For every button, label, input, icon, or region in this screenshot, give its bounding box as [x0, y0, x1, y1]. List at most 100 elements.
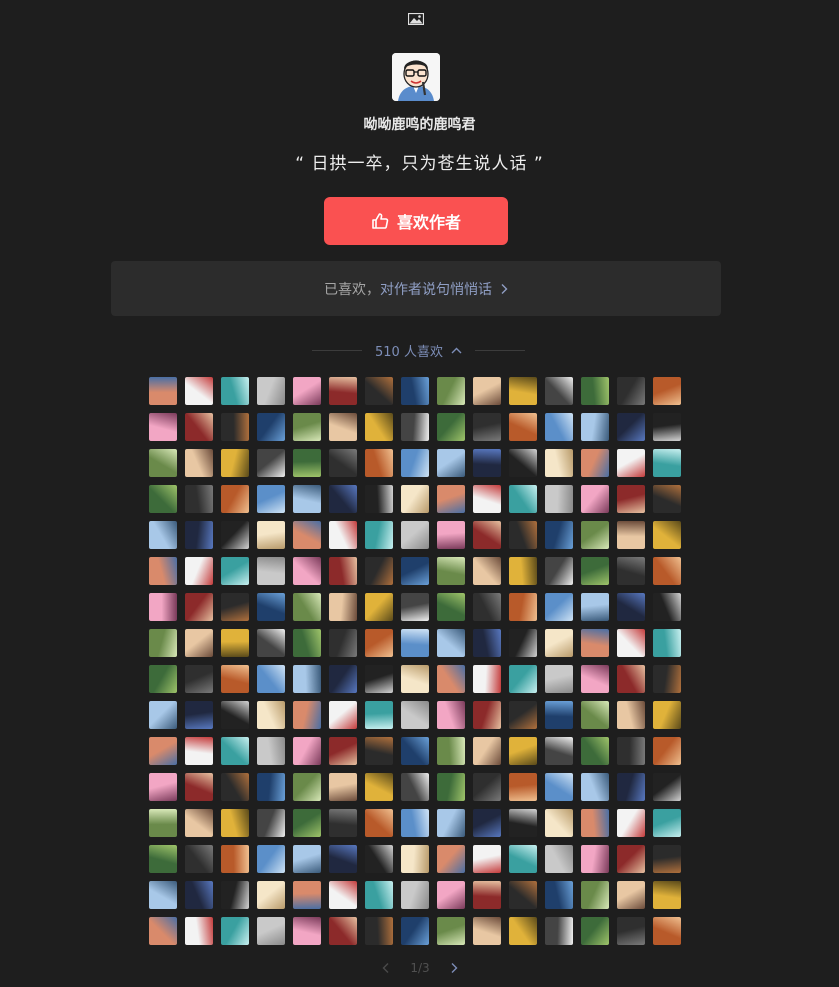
liker-avatar[interactable]	[545, 845, 573, 873]
liker-avatar[interactable]	[401, 665, 429, 693]
liker-avatar[interactable]	[545, 485, 573, 513]
liker-avatar[interactable]	[401, 629, 429, 657]
liker-avatar[interactable]	[509, 557, 537, 585]
liker-avatar[interactable]	[509, 449, 537, 477]
liker-avatar[interactable]	[581, 629, 609, 657]
liker-avatar[interactable]	[221, 413, 249, 441]
liker-avatar[interactable]	[293, 485, 321, 513]
liker-avatar[interactable]	[437, 377, 465, 405]
liker-avatar[interactable]	[221, 881, 249, 909]
liker-avatar[interactable]	[653, 593, 681, 621]
liker-avatar[interactable]	[401, 881, 429, 909]
liker-avatar[interactable]	[473, 881, 501, 909]
liker-avatar[interactable]	[185, 377, 213, 405]
liker-avatar[interactable]	[293, 413, 321, 441]
liker-avatar[interactable]	[653, 521, 681, 549]
liker-avatar[interactable]	[257, 593, 285, 621]
liker-avatar[interactable]	[257, 665, 285, 693]
liker-avatar[interactable]	[437, 557, 465, 585]
liker-avatar[interactable]	[149, 449, 177, 477]
liker-avatar[interactable]	[509, 701, 537, 729]
liker-avatar[interactable]	[185, 773, 213, 801]
liker-avatar[interactable]	[257, 485, 285, 513]
liker-avatar[interactable]	[545, 449, 573, 477]
liker-avatar[interactable]	[329, 413, 357, 441]
liker-avatar[interactable]	[293, 809, 321, 837]
liker-avatar[interactable]	[473, 449, 501, 477]
liker-avatar[interactable]	[185, 665, 213, 693]
liker-avatar[interactable]	[509, 521, 537, 549]
liker-avatar[interactable]	[617, 665, 645, 693]
liker-avatar[interactable]	[293, 845, 321, 873]
liker-avatar[interactable]	[653, 377, 681, 405]
liker-avatar[interactable]	[437, 413, 465, 441]
liker-avatar[interactable]	[545, 773, 573, 801]
liker-avatar[interactable]	[293, 665, 321, 693]
liker-avatar[interactable]	[257, 413, 285, 441]
liker-avatar[interactable]	[329, 449, 357, 477]
liker-avatar[interactable]	[581, 449, 609, 477]
liker-avatar[interactable]	[257, 521, 285, 549]
liker-avatar[interactable]	[437, 593, 465, 621]
liker-avatar[interactable]	[401, 485, 429, 513]
liker-avatar[interactable]	[581, 377, 609, 405]
liker-avatar[interactable]	[221, 665, 249, 693]
liker-avatar[interactable]	[329, 377, 357, 405]
liker-avatar[interactable]	[545, 521, 573, 549]
liker-avatar[interactable]	[185, 593, 213, 621]
liker-avatar[interactable]	[509, 809, 537, 837]
liker-avatar[interactable]	[365, 773, 393, 801]
liker-avatar[interactable]	[545, 701, 573, 729]
liker-avatar[interactable]	[401, 377, 429, 405]
liker-avatar[interactable]	[509, 485, 537, 513]
liker-avatar[interactable]	[293, 881, 321, 909]
liker-avatar[interactable]	[617, 521, 645, 549]
liker-avatar[interactable]	[473, 773, 501, 801]
liker-avatar[interactable]	[365, 881, 393, 909]
liker-avatar[interactable]	[401, 917, 429, 945]
whisper-link[interactable]: 对作者说句悄悄话	[380, 279, 492, 299]
liker-avatar[interactable]	[365, 737, 393, 765]
liker-avatar[interactable]	[545, 665, 573, 693]
liker-avatar[interactable]	[473, 377, 501, 405]
liker-avatar[interactable]	[509, 917, 537, 945]
liker-avatar[interactable]	[221, 449, 249, 477]
liker-avatar[interactable]	[365, 485, 393, 513]
liker-avatar[interactable]	[185, 557, 213, 585]
liker-avatar[interactable]	[437, 773, 465, 801]
liker-avatar[interactable]	[149, 917, 177, 945]
liker-avatar[interactable]	[509, 773, 537, 801]
liker-avatar[interactable]	[365, 413, 393, 441]
liker-avatar[interactable]	[329, 665, 357, 693]
liker-avatar[interactable]	[257, 449, 285, 477]
whisper-to-author-bar[interactable]: 已喜欢， 对作者说句悄悄话	[111, 261, 721, 316]
liker-avatar[interactable]	[185, 809, 213, 837]
liker-avatar[interactable]	[257, 737, 285, 765]
liker-avatar[interactable]	[581, 593, 609, 621]
liker-avatar[interactable]	[473, 917, 501, 945]
liker-avatar[interactable]	[257, 629, 285, 657]
liker-avatar[interactable]	[437, 629, 465, 657]
like-author-button[interactable]: 喜欢作者	[324, 197, 508, 245]
liker-avatar[interactable]	[365, 809, 393, 837]
liker-avatar[interactable]	[329, 737, 357, 765]
liker-avatar[interactable]	[149, 773, 177, 801]
liker-avatar[interactable]	[185, 917, 213, 945]
liker-avatar[interactable]	[473, 485, 501, 513]
liker-avatar[interactable]	[293, 377, 321, 405]
liker-avatar[interactable]	[545, 557, 573, 585]
liker-avatar[interactable]	[257, 377, 285, 405]
liker-avatar[interactable]	[293, 701, 321, 729]
liker-avatar[interactable]	[149, 845, 177, 873]
liker-avatar[interactable]	[581, 521, 609, 549]
liker-avatar[interactable]	[365, 377, 393, 405]
liker-avatar[interactable]	[257, 917, 285, 945]
liker-avatar[interactable]	[581, 845, 609, 873]
liker-avatar[interactable]	[617, 917, 645, 945]
liker-avatar[interactable]	[257, 557, 285, 585]
liker-avatar[interactable]	[653, 773, 681, 801]
liker-avatar[interactable]	[437, 521, 465, 549]
liker-avatar[interactable]	[293, 449, 321, 477]
liker-avatar[interactable]	[149, 557, 177, 585]
liker-avatar[interactable]	[365, 449, 393, 477]
